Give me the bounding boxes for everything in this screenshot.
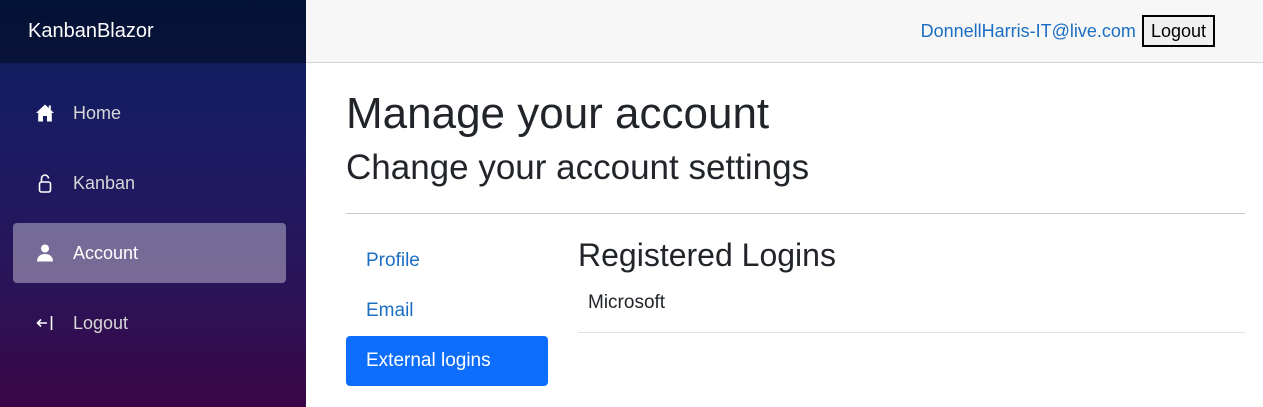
sidebar-item-kanban[interactable]: Kanban	[13, 153, 286, 213]
account-nav-profile[interactable]: Profile	[346, 236, 548, 286]
table-row: Microsoft	[578, 274, 1245, 333]
account-content: Profile Email External logins Registered…	[346, 236, 1245, 386]
logout-button[interactable]: Logout	[1141, 15, 1215, 47]
main-content: Manage your account Change your account …	[346, 63, 1245, 386]
brand-bar: KanbanBlazor	[0, 0, 306, 63]
account-nav-email[interactable]: Email	[346, 286, 548, 336]
sidebar-item-label: Kanban	[73, 172, 136, 193]
login-provider: Microsoft	[588, 292, 666, 313]
sidebar-item-label: Logout	[73, 312, 129, 333]
registered-logins-title: Registered Logins	[578, 237, 836, 273]
sidebar-item-label: Account	[73, 242, 139, 263]
lock-icon	[35, 173, 55, 193]
user-email-link[interactable]: DonnellHarris-IT@live.com	[921, 21, 1136, 42]
account-nav-external-logins[interactable]: External logins	[346, 336, 548, 386]
sidebar-item-home[interactable]: Home	[13, 83, 286, 143]
sidebar-item-label: Home	[73, 102, 122, 123]
brand-link[interactable]: KanbanBlazor	[28, 20, 154, 43]
registered-logins-panel: Registered Logins Microsoft	[578, 236, 1245, 386]
top-bar: DonnellHarris-IT@live.com Logout	[306, 0, 1263, 63]
sidebar: KanbanBlazor Home Kanban Account Logout	[0, 0, 306, 407]
page-title: Manage your account	[346, 89, 770, 138]
sidebar-item-account[interactable]: Account	[13, 223, 286, 283]
home-icon	[35, 103, 55, 123]
page-subtitle: Change your account settings	[346, 148, 810, 187]
account-nav: Profile Email External logins	[346, 236, 548, 386]
person-icon	[35, 243, 55, 263]
sidebar-item-logout[interactable]: Logout	[13, 293, 286, 353]
divider	[346, 213, 1245, 214]
sidebar-nav: Home Kanban Account Logout	[0, 63, 306, 353]
logout-icon	[35, 313, 55, 333]
